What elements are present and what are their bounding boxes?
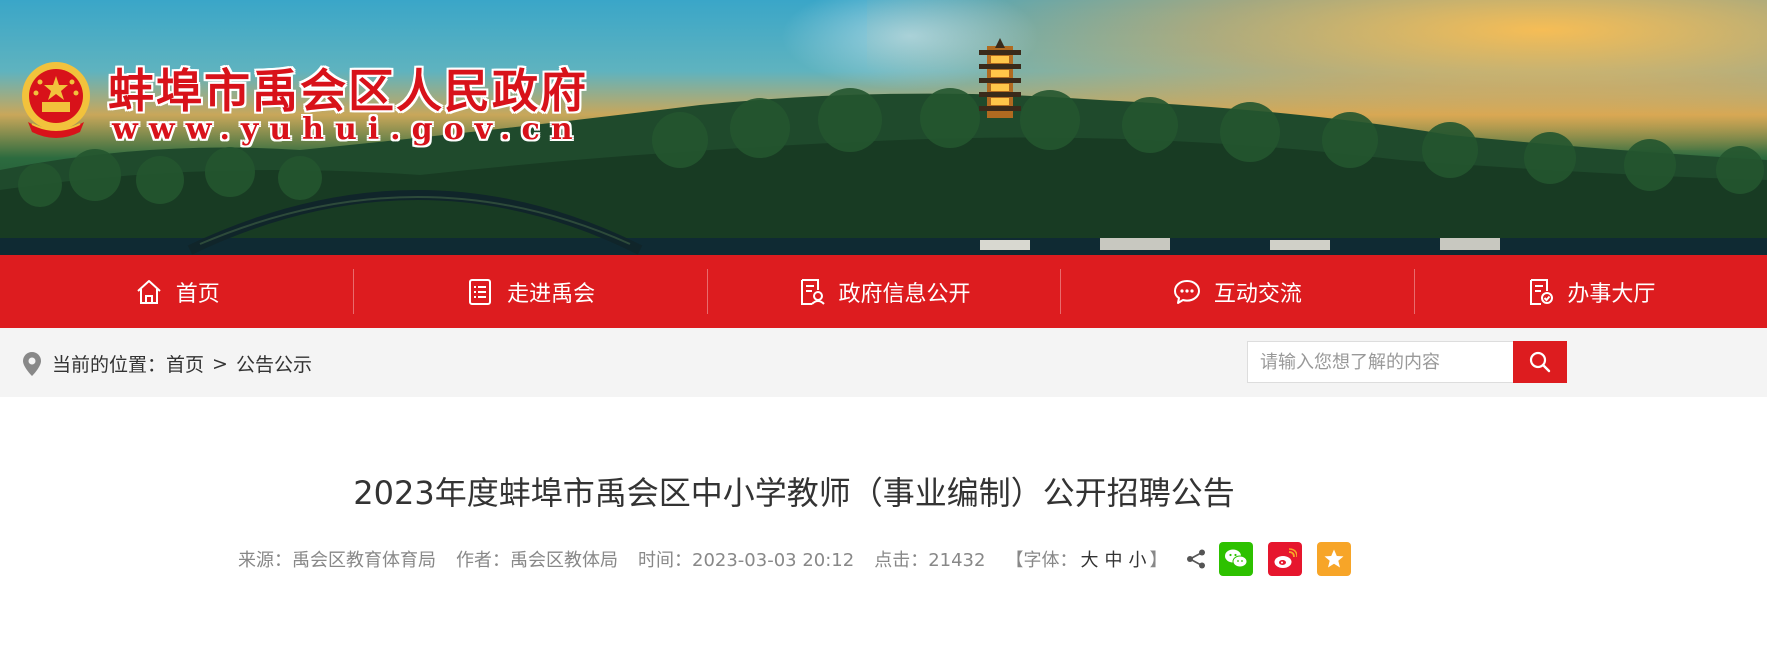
font-large-button[interactable]: 大 [1080,550,1098,571]
nav-item-service-hall[interactable]: 办事大厅 [1413,255,1767,328]
nav-item-home[interactable]: 首页 [0,255,353,328]
share-wechat-button[interactable] [1219,542,1254,576]
article-meta: 来源：禹会区教育体育局 作者：禹会区教体局 时间：2023-03-03 20:1… [238,542,1366,576]
wechat-icon [1225,549,1248,568]
share-weibo-button[interactable] [1268,542,1303,576]
nav-label: 走进禹会 [507,281,596,307]
add-favorite-button[interactable] [1317,542,1352,576]
breadcrumb-notice-link[interactable]: 公告公示 [236,350,312,377]
search-icon [1529,351,1551,373]
weibo-icon [1274,548,1298,568]
search-box [1247,341,1567,383]
chat-icon [1172,277,1202,307]
nav-label: 政府信息公开 [838,281,971,307]
info-doc-icon [797,277,827,307]
nav-label: 互动交流 [1213,281,1302,307]
font-small-button[interactable]: 小 [1128,550,1146,571]
article-source: 来源：禹会区教育体育局 [238,550,436,571]
nav-label: 首页 [175,281,220,307]
nav-item-info-disclosure[interactable]: 政府信息公开 [706,255,1060,328]
breadcrumb-home-link[interactable]: 首页 [166,350,204,377]
site-url[interactable]: www.yuhui.gov.cn [112,112,584,147]
list-doc-icon [465,277,495,307]
article-clicks: 点击：21432 [874,550,986,571]
national-emblem-icon [18,60,94,142]
font-size-switcher: 【字体：大中小】 [1005,546,1167,572]
share-bar [1185,542,1366,576]
article-title: 2023年度蚌埠市禹会区中小学教师（事业编制）公开招聘公告 [353,474,1235,512]
location-pin-icon [22,351,42,377]
star-icon [1324,549,1344,568]
font-size-label-close: 】 [1149,550,1168,571]
search-input[interactable] [1247,341,1513,383]
share-icon [1185,548,1207,570]
nav-label: 办事大厅 [1567,281,1656,307]
article-author: 作者：禹会区教体局 [456,550,618,571]
search-button[interactable] [1513,341,1567,383]
location-label: 当前的位置： [52,354,167,376]
font-medium-button[interactable]: 中 [1104,550,1122,571]
nav-item-interaction[interactable]: 互动交流 [1060,255,1413,328]
home-icon [134,277,164,307]
service-doc-icon [1525,277,1555,307]
location-bar: 当前的位置： 首页 > 公告公示 [0,328,1767,397]
header-banner: 蚌埠市禹会区人民政府 www.yuhui.gov.cn [0,0,1767,255]
main-nav: 首页 走进禹会 政府信息公开 互动交流 办事大厅 [0,255,1767,328]
breadcrumb-separator: > [212,352,228,375]
article-time: 时间：2023-03-03 20:12 [638,550,855,571]
font-size-label: 【字体： [1005,550,1078,571]
nav-item-about[interactable]: 走进禹会 [353,255,706,328]
breadcrumb: 当前的位置： 首页 > 公告公示 [22,350,312,377]
